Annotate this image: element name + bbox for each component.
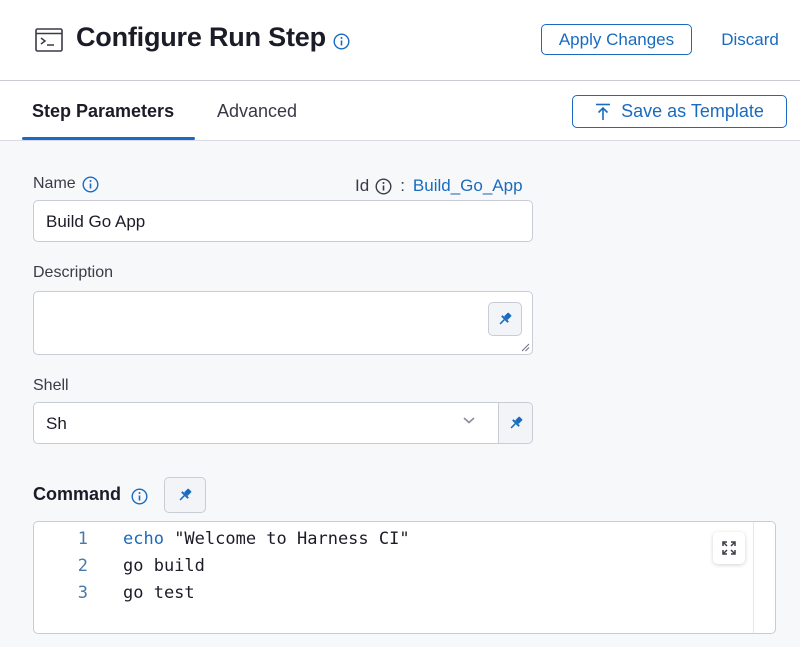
code-text: go test xyxy=(123,583,195,603)
pin-button[interactable] xyxy=(488,302,522,336)
info-icon[interactable] xyxy=(333,33,350,50)
description-field[interactable] xyxy=(33,291,533,355)
code-line: 1 echo "Welcome to Harness CI" xyxy=(34,529,734,556)
terminal-icon xyxy=(35,28,63,52)
shell-label: Shell xyxy=(33,377,69,394)
editor-scrollbar[interactable] xyxy=(753,522,754,633)
line-number: 1 xyxy=(77,529,88,549)
name-field[interactable]: Build Go App xyxy=(33,200,533,242)
pin-icon xyxy=(510,416,522,429)
save-as-template-button[interactable]: Save as Template xyxy=(572,95,787,128)
command-editor[interactable]: 1 echo "Welcome to Harness CI" 2 go buil… xyxy=(33,521,776,634)
info-icon[interactable] xyxy=(82,176,99,193)
code-rest: go build xyxy=(123,556,205,576)
id-value[interactable]: Build_Go_App xyxy=(413,176,523,196)
id-separator: : xyxy=(400,176,405,195)
code-rest: "Welcome to Harness CI" xyxy=(163,529,410,549)
name-label: Name xyxy=(33,175,76,192)
apply-changes-button[interactable]: Apply Changes xyxy=(541,24,692,55)
tabs-bar: Step Parameters Advanced Save as Templat… xyxy=(0,81,800,141)
tab-step-parameters[interactable]: Step Parameters xyxy=(32,101,174,122)
id-label: Id xyxy=(355,176,370,195)
code-text: echo "Welcome to Harness CI" xyxy=(123,529,410,549)
line-number: 3 xyxy=(77,583,88,603)
line-number: 2 xyxy=(77,556,88,576)
pin-icon xyxy=(179,488,192,501)
code-line: 2 go build xyxy=(34,556,734,583)
resize-handle-icon[interactable] xyxy=(520,342,530,352)
pin-icon xyxy=(499,312,512,325)
name-value: Build Go App xyxy=(46,212,146,231)
pin-button[interactable] xyxy=(498,402,533,444)
step-id: Id : Build_Go_App xyxy=(355,176,523,196)
active-tab-indicator xyxy=(22,137,195,140)
tab-advanced[interactable]: Advanced xyxy=(217,101,297,122)
expand-icon xyxy=(722,541,736,555)
page-title: Configure Run Step xyxy=(76,22,326,52)
shell-value: Sh xyxy=(46,414,67,433)
discard-button[interactable]: Discard xyxy=(705,24,795,55)
pin-button[interactable] xyxy=(164,477,206,513)
description-label: Description xyxy=(33,264,114,281)
code-line: 3 go test xyxy=(34,583,734,610)
page-header: Configure Run Step Apply Changes Discard xyxy=(0,0,800,81)
expand-editor-button[interactable] xyxy=(713,532,745,564)
shell-select[interactable]: Sh xyxy=(33,402,499,444)
code-text: go build xyxy=(123,556,205,576)
save-as-template-label: Save as Template xyxy=(621,101,764,121)
chevron-down-icon xyxy=(463,417,475,424)
upload-icon xyxy=(596,103,611,120)
code-rest: go test xyxy=(123,583,195,603)
info-icon[interactable] xyxy=(131,488,148,505)
code-keyword: echo xyxy=(123,529,164,549)
info-icon[interactable] xyxy=(375,177,392,195)
command-label: Command xyxy=(33,484,122,504)
